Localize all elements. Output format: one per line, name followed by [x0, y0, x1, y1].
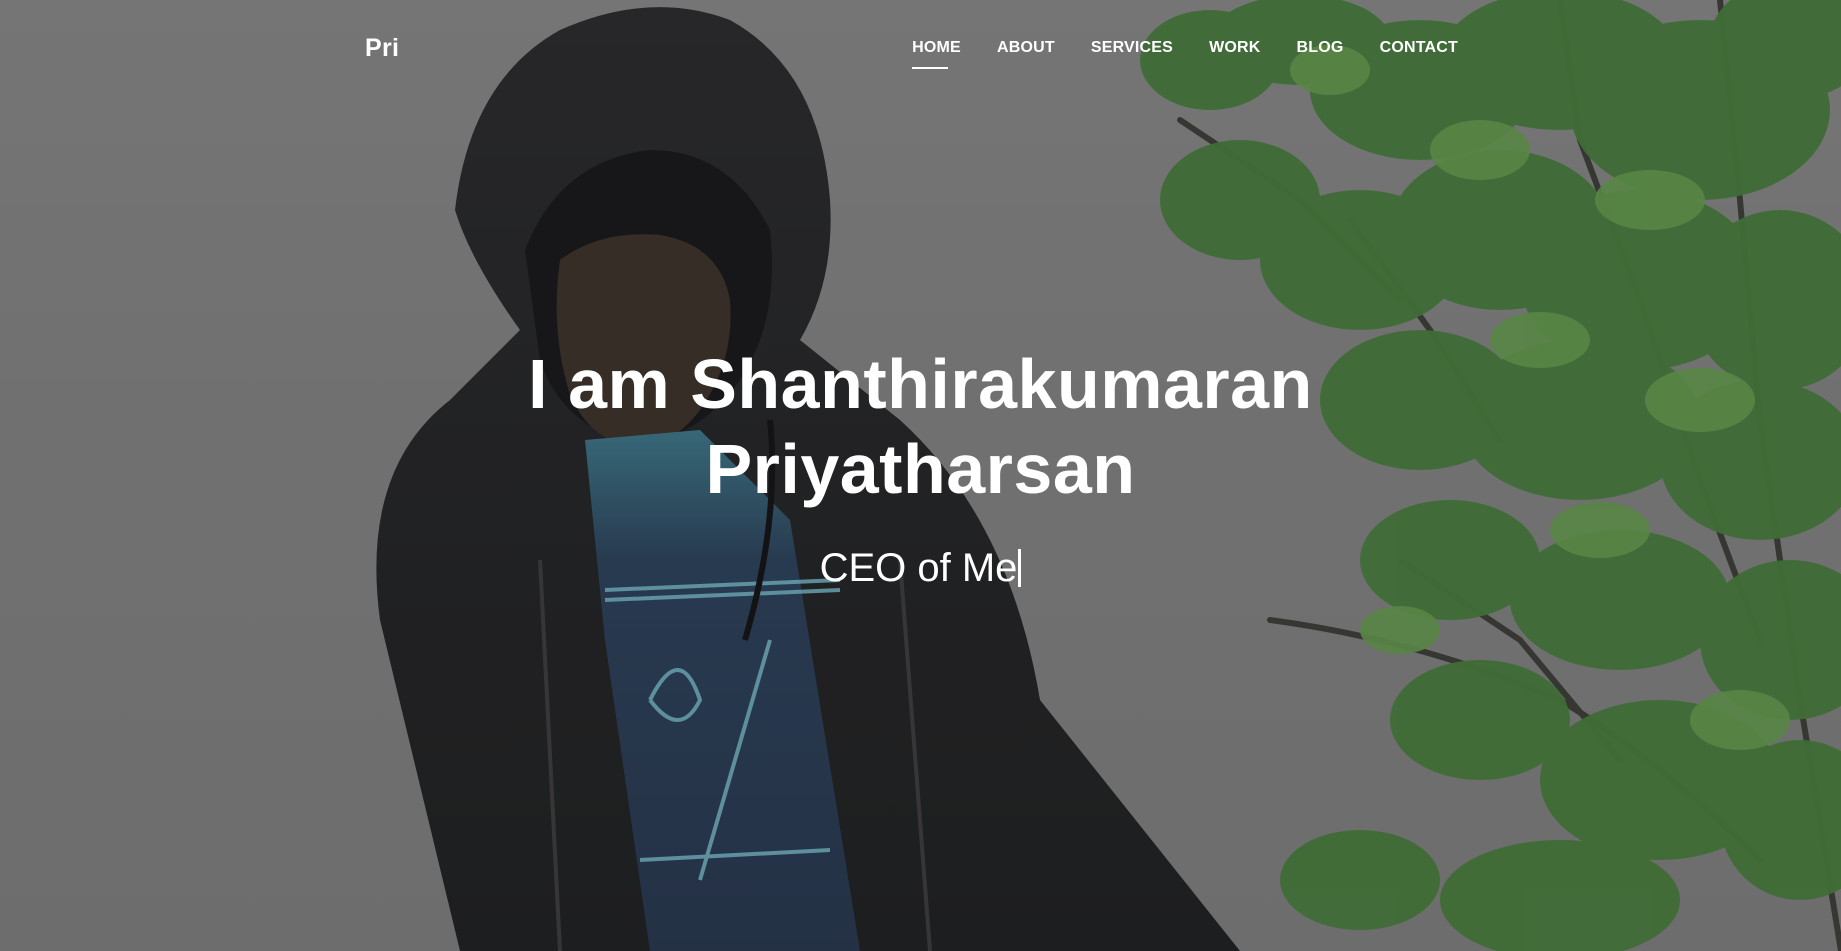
hero-text-block: I am Shanthirakumaran Priyatharsan CEO o… — [0, 342, 1841, 592]
nav-item-about: ABOUT — [997, 39, 1055, 69]
nav-link-about[interactable]: ABOUT — [997, 39, 1055, 69]
nav-link-services[interactable]: SERVICES — [1091, 39, 1173, 69]
hero-subtitle: CEO of Me — [819, 546, 1018, 590]
nav-item-blog: BLOG — [1297, 39, 1344, 69]
nav-link-blog[interactable]: BLOG — [1297, 39, 1344, 69]
nav-link-home[interactable]: HOME — [912, 39, 961, 69]
brand-logo[interactable]: Pri — [365, 34, 399, 63]
nav-link-contact[interactable]: CONTACT — [1380, 39, 1458, 69]
nav-link-work[interactable]: WORK — [1209, 39, 1260, 69]
nav-item-contact: CONTACT — [1380, 39, 1458, 69]
hero-subtitle-line: CEO of Me — [0, 544, 1841, 592]
nav-item-services: SERVICES — [1091, 39, 1173, 69]
navbar: Pri HOME ABOUT SERVICES WORK BLOG CONTAC… — [0, 0, 1841, 98]
nav-item-home: HOME — [912, 39, 961, 69]
typing-cursor — [1018, 549, 1022, 587]
hero-section: Pri HOME ABOUT SERVICES WORK BLOG CONTAC… — [0, 0, 1841, 951]
nav-item-work: WORK — [1209, 39, 1260, 69]
nav-menu: HOME ABOUT SERVICES WORK BLOG CONTACT — [912, 39, 1458, 69]
hero-title: I am Shanthirakumaran Priyatharsan — [528, 345, 1313, 508]
